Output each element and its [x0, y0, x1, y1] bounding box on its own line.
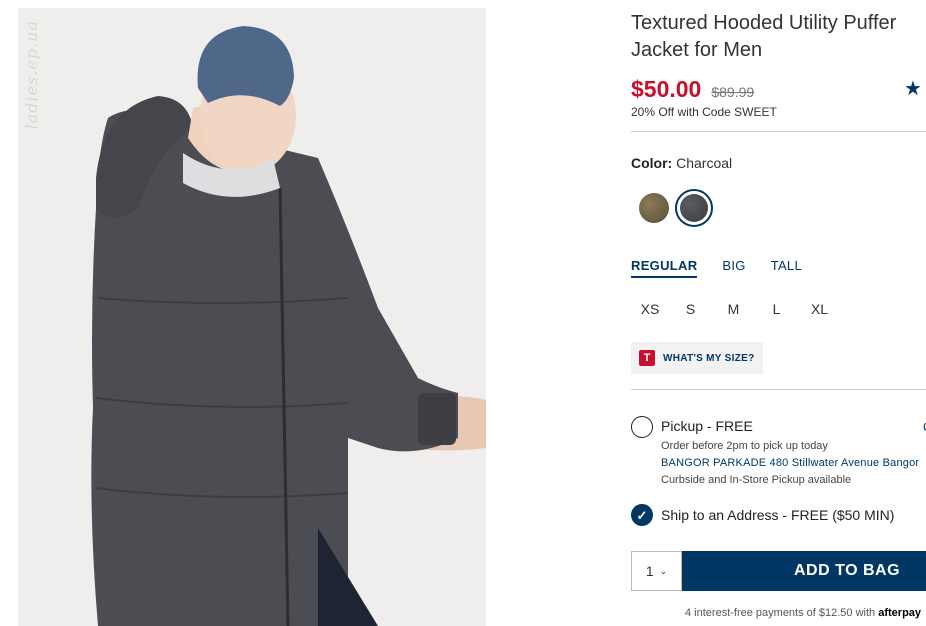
watermark-text: ladies.ep.ua — [22, 20, 41, 130]
divider — [631, 131, 926, 132]
afterpay-text: 4 interest-free payments of $12.50 with … — [685, 607, 921, 619]
size-tool-logo-icon: T — [639, 350, 655, 366]
size-s[interactable]: S — [669, 301, 712, 317]
color-label: Color: — [631, 155, 673, 171]
pickup-title: Pickup - FREE — [661, 418, 753, 434]
quantity-select[interactable]: 1 ⌄ — [631, 551, 682, 591]
divider — [631, 389, 926, 390]
promo-text: 20% Off with Code SWEET — [631, 105, 777, 119]
product-photo-illustration — [18, 8, 486, 626]
original-price: $89.99 — [711, 84, 755, 100]
product-details: Textured Hooded Utility Puffer Jacket fo… — [631, 0, 926, 626]
size-xs[interactable]: XS — [631, 301, 669, 317]
ship-radio-checked[interactable]: ✓ — [631, 504, 653, 526]
size-m[interactable]: M — [712, 301, 755, 317]
checkmark-icon: ✓ — [636, 507, 648, 523]
whats-my-size-button[interactable]: T WHAT'S MY SIZE? — [631, 342, 763, 374]
tab-big[interactable]: BIG — [722, 258, 745, 278]
price-row: $50.00 $89.99 — [631, 76, 754, 103]
sale-price: $50.00 — [631, 76, 702, 102]
pickup-store-link[interactable]: BANGOR PARKADE 480 Stillwater Avenue Ban… — [661, 457, 919, 469]
swatch-charcoal[interactable] — [680, 194, 708, 222]
whats-my-size-label: WHAT'S MY SIZE? — [663, 352, 755, 364]
tab-tall[interactable]: TALL — [771, 258, 802, 278]
pickup-availability-text: Curbside and In-Store Pickup available — [661, 474, 852, 486]
afterpay-logo: afterpay — [878, 607, 922, 619]
star-icon[interactable]: ★ — [904, 76, 922, 101]
swatch-olive[interactable] — [639, 193, 669, 223]
ship-title: Ship to an Address - FREE ($50 MIN) — [661, 507, 895, 523]
fit-tabs: REGULAR BIG TALL — [631, 258, 827, 278]
add-to-bag-button[interactable]: ADD TO BAG — [682, 551, 926, 591]
color-selection: Color: Charcoal — [631, 155, 732, 171]
quantity-value: 1 — [645, 563, 654, 579]
pickup-cutoff-text: Order before 2pm to pick up today — [661, 440, 828, 452]
pickup-radio[interactable] — [631, 416, 653, 438]
size-l[interactable]: L — [755, 301, 798, 317]
product-title: Textured Hooded Utility Puffer Jacket fo… — [631, 12, 897, 61]
chevron-down-icon: ⌄ — [659, 565, 668, 576]
afterpay-message: 4 interest-free payments of $12.50 with — [685, 607, 876, 619]
product-image[interactable]: ladies.ep.ua — [18, 8, 486, 626]
size-xl[interactable]: XL — [798, 301, 841, 317]
color-value: Charcoal — [676, 155, 733, 171]
size-options: XS S M L XL — [631, 301, 841, 317]
tab-regular[interactable]: REGULAR — [631, 258, 698, 278]
